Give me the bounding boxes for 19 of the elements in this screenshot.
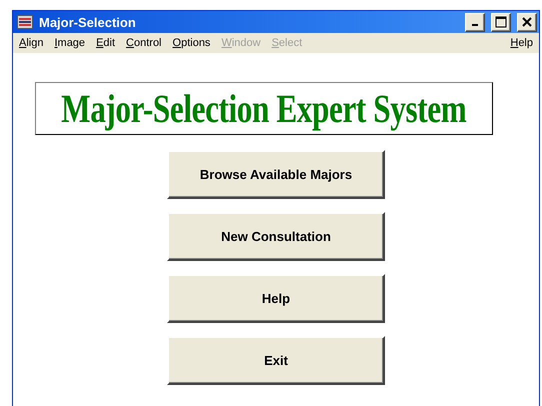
menu-button[interactable]: Help <box>167 274 385 323</box>
menu-button[interactable]: Browse Available Majors <box>167 150 385 199</box>
menu-item[interactable]: Options <box>172 37 210 49</box>
window-icon[interactable] <box>17 15 33 29</box>
close-icon <box>522 17 532 27</box>
menu-item[interactable]: Image <box>54 37 86 49</box>
menu-item[interactable]: Control <box>126 37 162 49</box>
menu-button[interactable]: Exit <box>167 336 385 385</box>
menu-item[interactable]: Align <box>19 37 44 49</box>
menu-item[interactable]: Help <box>510 37 533 49</box>
maximize-button[interactable] <box>491 12 511 32</box>
menu-button[interactable]: New Consultation <box>167 212 385 261</box>
maximize-icon <box>495 16 507 28</box>
window-title: Major-Selection <box>39 14 137 30</box>
minimize-button[interactable] <box>465 12 485 32</box>
banner-title: Major-Selection Expert System <box>35 82 493 135</box>
menu-item[interactable]: Edit <box>96 37 116 49</box>
minimize-icon <box>472 24 478 26</box>
close-button[interactable] <box>517 12 537 32</box>
